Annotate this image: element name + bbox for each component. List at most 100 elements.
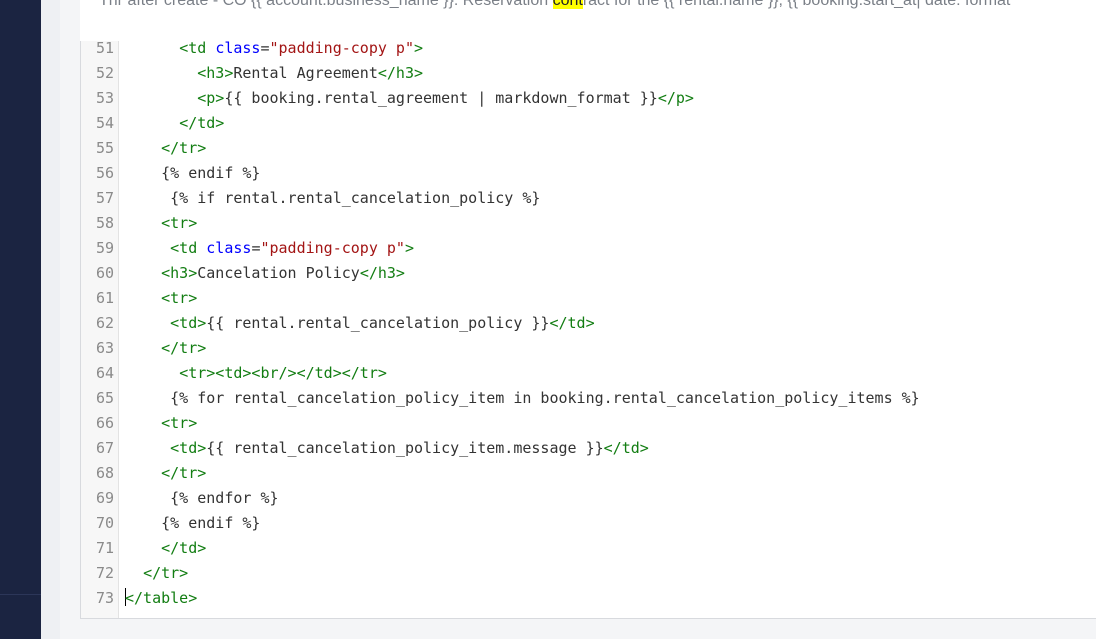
code-line[interactable]: 63 </tr> [81,336,920,361]
code-content: </table> [114,586,197,611]
code-line[interactable]: 52 <h3>Rental Agreement</h3> [81,61,920,86]
code-attribute: class [206,239,252,257]
code-tag: <tr><td><br/></td></tr> [179,364,387,382]
code-tag: </h3> [377,64,424,82]
code-line[interactable]: 55 </tr> [81,136,920,161]
subject-text-after: ract for the {{ rental.name }}, {{ booki… [582,0,1011,9]
line-number: 51 [95,41,114,57]
line-number: 63 [95,339,114,357]
code-line[interactable]: 59 <td class="padding-copy p"> [81,236,920,261]
code-text: {% endif %} [125,164,261,182]
code-text: Rental Agreement [233,64,378,82]
code-line[interactable]: 54 </td> [81,111,920,136]
code-line[interactable]: 64 <tr><td><br/></td></tr> [81,361,920,386]
line-number: 73 [95,589,114,607]
subject-text-before: Thr after create - CO {{ account.busines… [99,0,553,9]
code-line[interactable]: 66 <tr> [81,411,920,436]
code-line[interactable]: 62 <td>{{ rental.rental_cancelation_poli… [81,311,920,336]
line-number: 69 [95,489,114,507]
code-content: <h3>Cancelation Policy</h3> [114,261,405,286]
code-text: {{ rental_cancelation_policy_item.messag… [206,439,604,457]
code-content: <p>{{ booking.rental_agreement | markdow… [114,86,694,111]
line-number: 52 [95,64,114,82]
code-tag: </td> [179,114,225,132]
code-line[interactable]: 67 <td>{{ rental_cancelation_policy_item… [81,436,920,461]
code-tag: <h3> [161,264,198,282]
code-tag: </h3> [359,264,405,282]
line-number: 55 [95,139,114,157]
code-line[interactable]: 56 {% endif %} [81,161,920,186]
code-text: {{ rental.rental_cancelation_policy }} [206,314,550,332]
code-line[interactable]: 58 <tr> [81,211,920,236]
code-tag: <td [179,41,216,57]
code-editor[interactable]: 51 <td class="padding-copy p"> 52 <h3>Ren… [80,41,1096,619]
code-tag: <tr> [161,289,198,307]
code-text: = [260,41,270,57]
code-content: <tr> [114,211,197,236]
line-number: 64 [95,364,114,382]
line-number: 57 [95,189,114,207]
code-content: <td class="padding-copy p"> [114,236,414,261]
code-line[interactable]: 71 </td> [81,536,920,561]
code-content: </td> [114,536,206,561]
line-number: 71 [95,539,114,557]
code-tag: > [414,41,424,57]
code-line[interactable]: 57 {% if rental.rental_cancelation_polic… [81,186,920,211]
code-line[interactable]: 65 {% for rental_cancelation_policy_item… [81,386,920,411]
code-tag: <tr> [161,214,198,232]
code-tag: </tr> [161,464,207,482]
code-line[interactable]: 51 <td class="padding-copy p"> [81,41,920,61]
line-number: 62 [95,314,114,332]
code-content: <tr><td><br/></td></tr> [114,361,387,386]
code-tag: </tr> [143,564,189,582]
sidebar-divider [0,594,41,595]
line-number: 61 [95,289,114,307]
code-text: {% for rental_cancelation_policy_item in… [125,389,920,407]
code-content: <td class="padding-copy p"> [114,41,423,61]
code-tag: <td> [170,314,207,332]
code-tag: <h3> [197,64,234,82]
code-content: {% endfor %} [114,486,279,511]
code-text: {{ booking.rental_agreement | markdown_f… [224,89,658,107]
code-content: </tr> [114,561,188,586]
code-line[interactable]: 73 </table> [81,586,920,611]
code-line[interactable]: 60 <h3>Cancelation Policy</h3> [81,261,920,286]
panel-bottom [60,619,1096,639]
code-tag: </table> [125,589,198,607]
line-number: 53 [95,89,114,107]
code-content: {% for rental_cancelation_policy_item in… [114,386,920,411]
code-content: <td>{{ rental_cancelation_policy_item.me… [114,436,649,461]
code-text: {% if rental.rental_cancelation_policy %… [125,189,541,207]
code-tag: <td> [170,439,207,457]
code-line[interactable]: 61 <tr> [81,286,920,311]
search-highlight: cont [552,0,583,9]
code-line[interactable]: 70 {% endif %} [81,511,920,536]
code-tag: > [404,239,414,257]
code-tag: </td> [603,439,649,457]
code-line[interactable]: 72 </tr> [81,561,920,586]
code-content: </tr> [114,461,206,486]
line-number: 70 [95,514,114,532]
code-tag: <td [170,239,207,257]
code-tag: </td> [161,539,207,557]
subject-field[interactable]: Thr after create - CO {{ account.busines… [80,0,1096,42]
code-line[interactable]: 68 </tr> [81,461,920,486]
code-tag: <tr> [161,414,198,432]
code-text: {% endfor %} [125,489,279,507]
code-line[interactable]: 53 <p>{{ booking.rental_agreement | mark… [81,86,920,111]
code-content: {% endif %} [114,161,260,186]
code-content: <td>{{ rental.rental_cancelation_policy … [114,311,594,336]
code-content: <tr> [114,286,197,311]
code-line[interactable]: 69 {% endfor %} [81,486,920,511]
